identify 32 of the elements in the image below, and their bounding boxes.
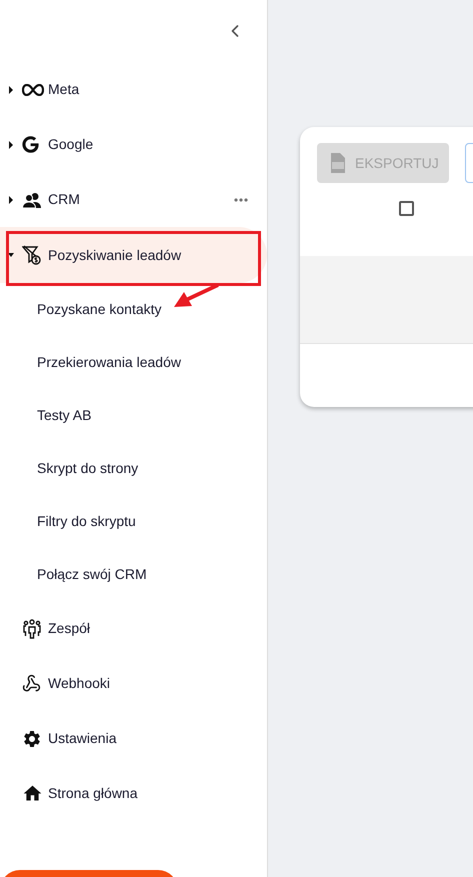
sidebar-item[interactable]: Ustawienia xyxy=(0,711,267,766)
annotation-arrow xyxy=(172,283,220,309)
users-icon xyxy=(22,192,42,208)
sidebar-subitem[interactable]: Pozyskane kontakty xyxy=(0,283,267,336)
sidebar-item-label: CRM xyxy=(48,190,80,209)
sidebar-item-label: Meta xyxy=(48,80,80,99)
csv-file-icon xyxy=(331,153,345,173)
sidebar-item[interactable]: Webhooki xyxy=(0,656,267,711)
sidebar-item[interactable]: Zespół xyxy=(0,601,267,656)
google-g-icon xyxy=(22,136,39,153)
sidebar-subitem[interactable]: Testy AB xyxy=(0,389,267,442)
sidebar-item-label: Zespół xyxy=(48,619,90,638)
sidebar-item-label: Webhooki xyxy=(48,674,110,693)
team-icon xyxy=(22,618,42,638)
sidebar-item-label: Strona główna xyxy=(48,784,138,803)
sidebar-subitem[interactable]: Filtry do skryptu xyxy=(0,495,267,548)
sidebar-subitem[interactable]: Skrypt do strony xyxy=(0,442,267,495)
sidebar-item[interactable]: Meta xyxy=(0,62,267,117)
sidebar-item-label: Google xyxy=(48,135,94,154)
infinity-icon xyxy=(22,84,44,96)
sidebar-item[interactable]: Pozyskiwanie leadów xyxy=(0,227,267,283)
settings-icon xyxy=(22,728,42,748)
webhook-icon xyxy=(22,674,41,693)
funnel-coin-icon xyxy=(22,245,42,265)
sidebar-item[interactable]: Google xyxy=(0,117,267,172)
select-all-checkbox[interactable] xyxy=(399,201,414,216)
sidebar-item-label: Pozyskiwanie leadów xyxy=(48,246,182,265)
sidebar-item[interactable]: CRM xyxy=(0,172,267,227)
sidebar-item[interactable]: Strona główna xyxy=(0,766,267,821)
sidebar-item-label: Ustawienia xyxy=(48,729,116,748)
sidebar-subitem[interactable]: Połącz swój CRM xyxy=(0,548,267,601)
sidebar-subitem[interactable]: Przekierowania leadów xyxy=(0,336,267,389)
